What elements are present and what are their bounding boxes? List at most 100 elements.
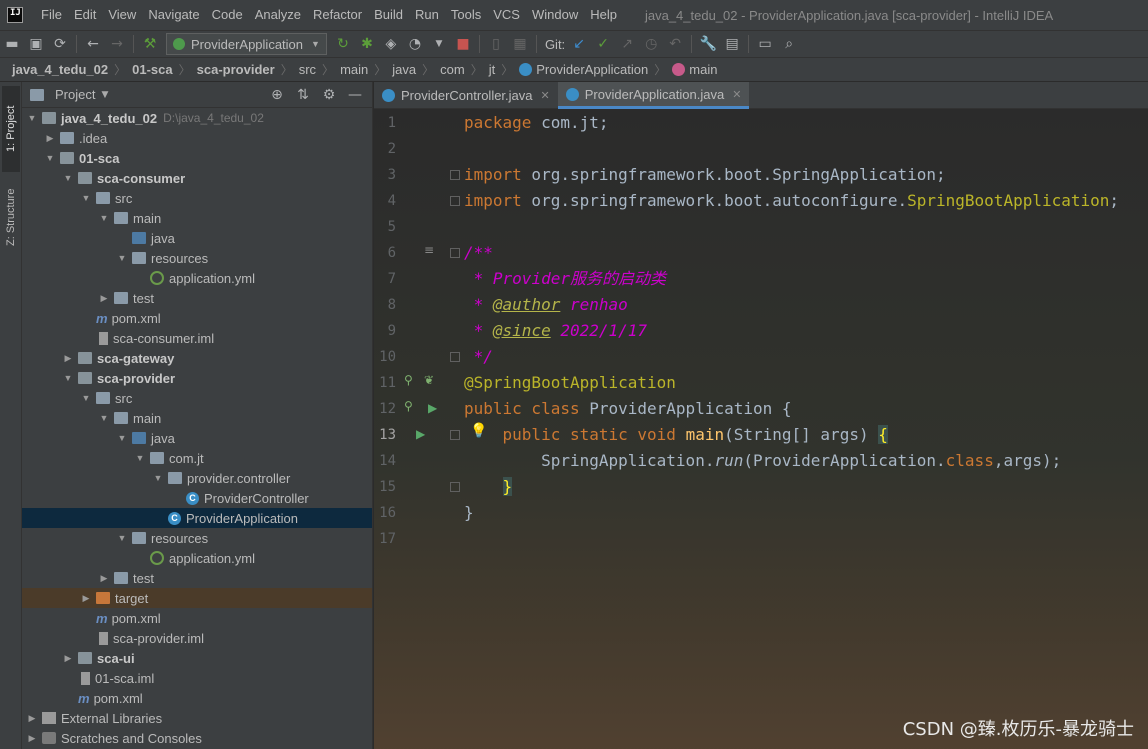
debug-bug-icon[interactable]: ✱ [355,32,379,56]
breadcrumb-item-class[interactable]: ProviderApplication [519,62,648,77]
chevron-right-icon[interactable]: ▶ [62,653,74,664]
chevron-down-icon[interactable]: ▼ [116,433,128,443]
chevron-down-icon[interactable]: ▼ [62,173,74,183]
git-push-icon[interactable]: ↗ [615,32,639,56]
chevron-right-icon[interactable]: ▶ [44,133,56,144]
breadcrumb-item-project[interactable]: java_4_tedu_02 [12,62,108,77]
tree-item[interactable]: ▼ resources [22,248,372,268]
fold-marker-icon[interactable] [450,352,460,362]
menu-tools[interactable]: Tools [445,0,487,30]
back-arrow-icon[interactable]: ← [81,32,105,56]
fold-marker-icon[interactable] [450,196,460,206]
chevron-down-icon[interactable]: ▼ [80,193,92,203]
attach-debugger-icon[interactable]: ▯ [484,32,508,56]
chevron-right-icon[interactable]: ▶ [98,573,110,584]
chevron-down-icon[interactable]: ▼ [98,213,110,223]
menu-build[interactable]: Build [368,0,409,30]
git-rollback-icon[interactable]: ↶ [663,32,687,56]
tree-item[interactable]: m pom.xml [22,308,372,328]
chevron-down-icon[interactable]: ▼ [80,393,92,403]
menu-help[interactable]: Help [584,0,623,30]
breadcrumb-item-method[interactable]: main [672,62,717,77]
forward-arrow-icon[interactable]: → [105,32,129,56]
code-editor[interactable]: ≡ ⚲ ❦ ⚲ ▶ ▶ 1 2 3 4 5 6 7 8 9 10 11 12 13 14 15 16 17 pa… [374,109,1148,749]
tree-item[interactable]: C ProviderController [22,488,372,508]
tree-item[interactable]: ▼ sca-consumer [22,168,372,188]
breadcrumb-item-java[interactable]: java [392,62,416,77]
menu-refactor[interactable]: Refactor [307,0,368,30]
chevron-down-icon[interactable]: ▼ [44,153,56,163]
chevron-down-icon[interactable]: ▼ [134,453,146,463]
chevron-down-icon[interactable]: ▼ [116,533,128,543]
stop-icon[interactable]: ■ [451,32,475,56]
chevron-right-icon[interactable]: ▶ [26,733,38,744]
project-panel-title[interactable]: Project [55,87,95,102]
gear-icon[interactable]: ⚙ [316,87,342,103]
breadcrumb-item-com[interactable]: com [440,62,465,77]
tree-item[interactable]: sca-consumer.iml [22,328,372,348]
menu-run[interactable]: Run [409,0,445,30]
tree-item[interactable]: ▼ main [22,208,372,228]
tab-structure[interactable]: Z: Structure [2,174,20,260]
close-icon[interactable]: ✕ [541,89,550,102]
tab-project[interactable]: 1: Project [2,86,20,172]
tree-item[interactable]: ▶ sca-gateway [22,348,372,368]
hide-panel-icon[interactable]: — [342,87,368,103]
chevron-down-icon[interactable]: ▼ [101,90,108,100]
breadcrumb-item-jt[interactable]: jt [489,62,496,77]
menu-edit[interactable]: Edit [68,0,102,30]
save-all-icon[interactable]: ▣ [24,32,48,56]
search-icon[interactable]: ⌕ [777,32,801,56]
chevron-down-icon[interactable]: ▼ [116,253,128,263]
tree-item[interactable]: ▶ test [22,568,372,588]
tree-item[interactable]: ▼ com.jt [22,448,372,468]
tree-item[interactable]: m pom.xml [22,608,372,628]
tree-item[interactable]: ▶ sca-ui [22,648,372,668]
tree-item[interactable]: application.yml [22,268,372,288]
settings-wrench-icon[interactable]: 🔧 [696,32,720,56]
spring-bean-icon[interactable]: ⚲ [404,399,413,413]
fold-marker-icon[interactable] [450,430,460,440]
tab-provider-application[interactable]: ProviderApplication.java ✕ [557,82,750,109]
project-structure-icon[interactable]: ▦ [508,32,532,56]
chevron-right-icon[interactable]: ▶ [62,353,74,364]
chevron-down-icon[interactable]: ▼ [98,413,110,423]
tree-item[interactable]: ▶ Scratches and Consoles [22,728,372,748]
run-arrow-icon[interactable]: ▶ [416,427,425,441]
tree-item[interactable]: ▶ External Libraries [22,708,372,728]
tree-item[interactable]: ▼ main [22,408,372,428]
chevron-down-icon[interactable]: ▼ [427,32,451,56]
git-commit-check-icon[interactable]: ✓ [591,32,615,56]
tree-item[interactable]: m pom.xml [22,688,372,708]
tree-item[interactable]: C ProviderApplication [22,508,372,528]
spring-leaf-icon[interactable]: ❦ [424,373,434,387]
chevron-right-icon[interactable]: ▶ [26,713,38,724]
tree-item[interactable]: ▼ provider.controller [22,468,372,488]
fold-marker-icon[interactable] [450,248,460,258]
tree-item[interactable]: ▶ target [22,588,372,608]
spring-bean-icon[interactable]: ⚲ [404,373,413,387]
fold-marker-icon[interactable] [450,482,460,492]
tree-item[interactable]: ▼ sca-provider [22,368,372,388]
breadcrumb-item-module[interactable]: 01-sca [132,62,172,77]
tree-item[interactable]: ▼ java_4_tedu_02 D:\java_4_tedu_02 [22,108,372,128]
run-configuration-select[interactable]: ProviderApplication ▼ [166,33,327,55]
tree-item[interactable]: ▼ 01-sca [22,148,372,168]
tree-item[interactable]: 01-sca.iml [22,668,372,688]
project-structure-folder-icon[interactable]: ▤ [720,32,744,56]
breadcrumb-item-main[interactable]: main [340,62,368,77]
coverage-icon[interactable]: ◈ [379,32,403,56]
close-icon[interactable]: ✕ [732,88,741,101]
chevron-right-icon[interactable]: ▶ [98,293,110,304]
tree-item[interactable]: ▶ test [22,288,372,308]
tree-item[interactable]: sca-provider.iml [22,628,372,648]
rerun-icon[interactable]: ↻ [331,32,355,56]
breadcrumb-item-submodule[interactable]: sca-provider [197,62,275,77]
menu-file[interactable]: File [35,0,68,30]
chevron-down-icon[interactable]: ▼ [26,113,38,123]
git-update-icon[interactable]: ↙ [567,32,591,56]
fold-marker-icon[interactable] [450,170,460,180]
profile-icon[interactable]: ◔ [403,32,427,56]
menu-vcs[interactable]: VCS [487,0,526,30]
tree-item[interactable]: application.yml [22,548,372,568]
